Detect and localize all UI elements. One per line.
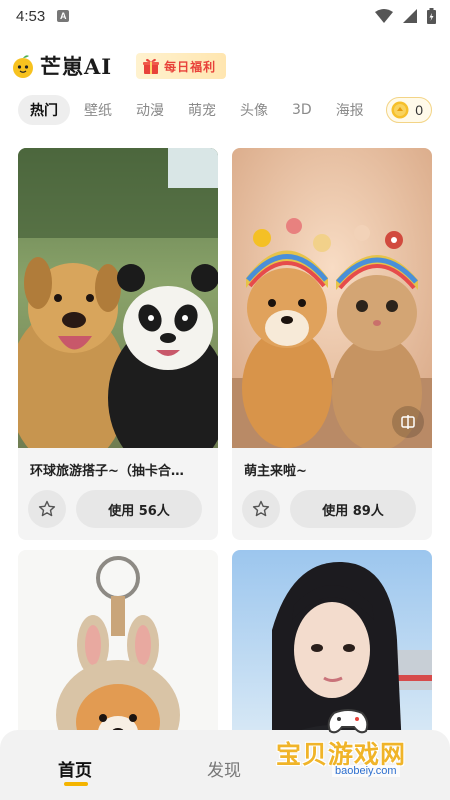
daily-rewards-button[interactable]: 每日福利	[136, 53, 227, 79]
template-card[interactable]: 萌主来啦~ 使用 89人	[232, 148, 432, 540]
mango-logo-icon	[13, 55, 33, 78]
app-header: 芒崽AI 每日福利	[0, 44, 450, 88]
nav-home[interactable]: 首页	[58, 756, 92, 781]
tab-anime[interactable]: 动漫	[136, 95, 164, 125]
tab-hot[interactable]: 热门	[18, 95, 70, 125]
template-card[interactable]: 环球旅游搭子~（抽卡合… 使用 56人	[18, 148, 218, 540]
star-icon	[38, 500, 56, 517]
status-time: 4:53	[16, 7, 46, 25]
site-watermark: 宝贝游戏网 baobeiy.com	[276, 705, 446, 785]
favorite-button[interactable]	[242, 490, 280, 528]
gift-icon	[143, 58, 160, 74]
star-icon	[252, 500, 270, 517]
card-title: 萌主来啦~	[244, 464, 307, 478]
app-title: 芒崽AI	[40, 54, 113, 79]
signal-icon	[403, 9, 417, 23]
card-actions: 使用 89人	[242, 490, 420, 528]
card-image-shiba-cat[interactable]	[232, 148, 432, 448]
coin-count: 0	[415, 102, 423, 118]
coin-icon	[391, 101, 409, 119]
tab-pets[interactable]: 萌宠	[188, 95, 216, 125]
tab-avatar[interactable]: 头像	[240, 95, 268, 125]
nav-discover[interactable]: 发现	[207, 756, 241, 781]
use-template-button[interactable]: 使用 56人	[76, 490, 202, 528]
tab-3d[interactable]: 3D	[292, 95, 312, 125]
card-image-dog-panda[interactable]	[18, 148, 218, 448]
card-actions: 使用 56人	[28, 490, 206, 528]
compare-icon[interactable]	[392, 406, 424, 438]
favorite-button[interactable]	[28, 490, 66, 528]
status-bar: 4:53 A	[0, 0, 450, 32]
gamepad-icon	[327, 709, 369, 734]
nav-home-indicator	[64, 782, 88, 786]
wifi-icon	[375, 9, 393, 23]
card-image-corgi-keychain[interactable]	[18, 550, 218, 750]
watermark-url: baobeiy.com	[332, 765, 400, 777]
notification-icon: A	[57, 10, 70, 22]
tab-wallpaper[interactable]: 壁纸	[84, 95, 112, 125]
tab-poster[interactable]: 海报	[336, 95, 364, 125]
status-right	[375, 8, 436, 24]
coin-balance-button[interactable]: 0	[386, 97, 432, 123]
battery-icon	[427, 8, 436, 24]
card-title: 环球旅游搭子~（抽卡合…	[30, 464, 184, 478]
category-tabs: 热门 壁纸 动漫 萌宠 头像 3D 海报 0	[0, 94, 450, 126]
use-template-button[interactable]: 使用 89人	[290, 490, 416, 528]
daily-rewards-label: 每日福利	[164, 59, 217, 74]
